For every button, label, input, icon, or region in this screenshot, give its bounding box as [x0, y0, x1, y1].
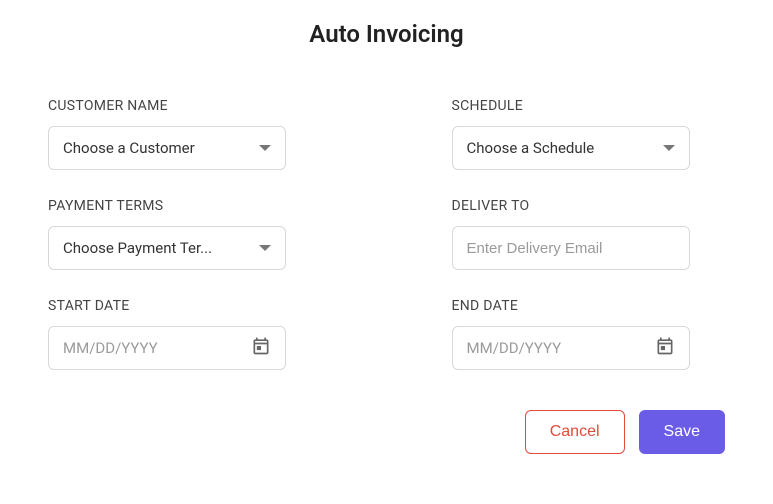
chevron-down-icon: [259, 245, 271, 251]
page-title: Auto Invoicing: [48, 20, 725, 48]
field-schedule: SCHEDULE Choose a Schedule: [452, 98, 726, 170]
end-date-input[interactable]: MM/DD/YYYY: [452, 326, 690, 370]
form-grid: CUSTOMER NAME Choose a Customer SCHEDULE…: [48, 98, 725, 370]
schedule-select-text: Choose a Schedule: [467, 139, 595, 157]
field-customer: CUSTOMER NAME Choose a Customer: [48, 98, 322, 170]
customer-label: CUSTOMER NAME: [48, 98, 322, 114]
save-button[interactable]: Save: [639, 410, 725, 454]
field-payment-terms: PAYMENT TERMS Choose Payment Ter...: [48, 198, 322, 270]
end-date-label: END DATE: [452, 298, 726, 314]
calendar-icon: [251, 336, 271, 360]
payment-terms-label: PAYMENT TERMS: [48, 198, 322, 214]
field-start-date: START DATE MM/DD/YYYY: [48, 298, 322, 370]
customer-select-text: Choose a Customer: [63, 139, 195, 157]
schedule-select[interactable]: Choose a Schedule: [452, 126, 690, 170]
schedule-label: SCHEDULE: [452, 98, 726, 114]
payment-terms-select-text: Choose Payment Ter...: [63, 239, 212, 257]
customer-select[interactable]: Choose a Customer: [48, 126, 286, 170]
field-deliver-to: DELIVER TO: [452, 198, 726, 270]
chevron-down-icon: [259, 145, 271, 151]
deliver-to-input[interactable]: [467, 240, 675, 257]
start-date-label: START DATE: [48, 298, 322, 314]
payment-terms-select[interactable]: Choose Payment Ter...: [48, 226, 286, 270]
start-date-input[interactable]: MM/DD/YYYY: [48, 326, 286, 370]
deliver-to-label: DELIVER TO: [452, 198, 726, 214]
calendar-icon: [655, 336, 675, 360]
cancel-button[interactable]: Cancel: [525, 410, 625, 454]
end-date-placeholder: MM/DD/YYYY: [467, 339, 562, 357]
deliver-to-input-wrapper: [452, 226, 690, 270]
action-row: Cancel Save: [48, 410, 725, 454]
field-end-date: END DATE MM/DD/YYYY: [452, 298, 726, 370]
start-date-placeholder: MM/DD/YYYY: [63, 339, 158, 357]
chevron-down-icon: [663, 145, 675, 151]
